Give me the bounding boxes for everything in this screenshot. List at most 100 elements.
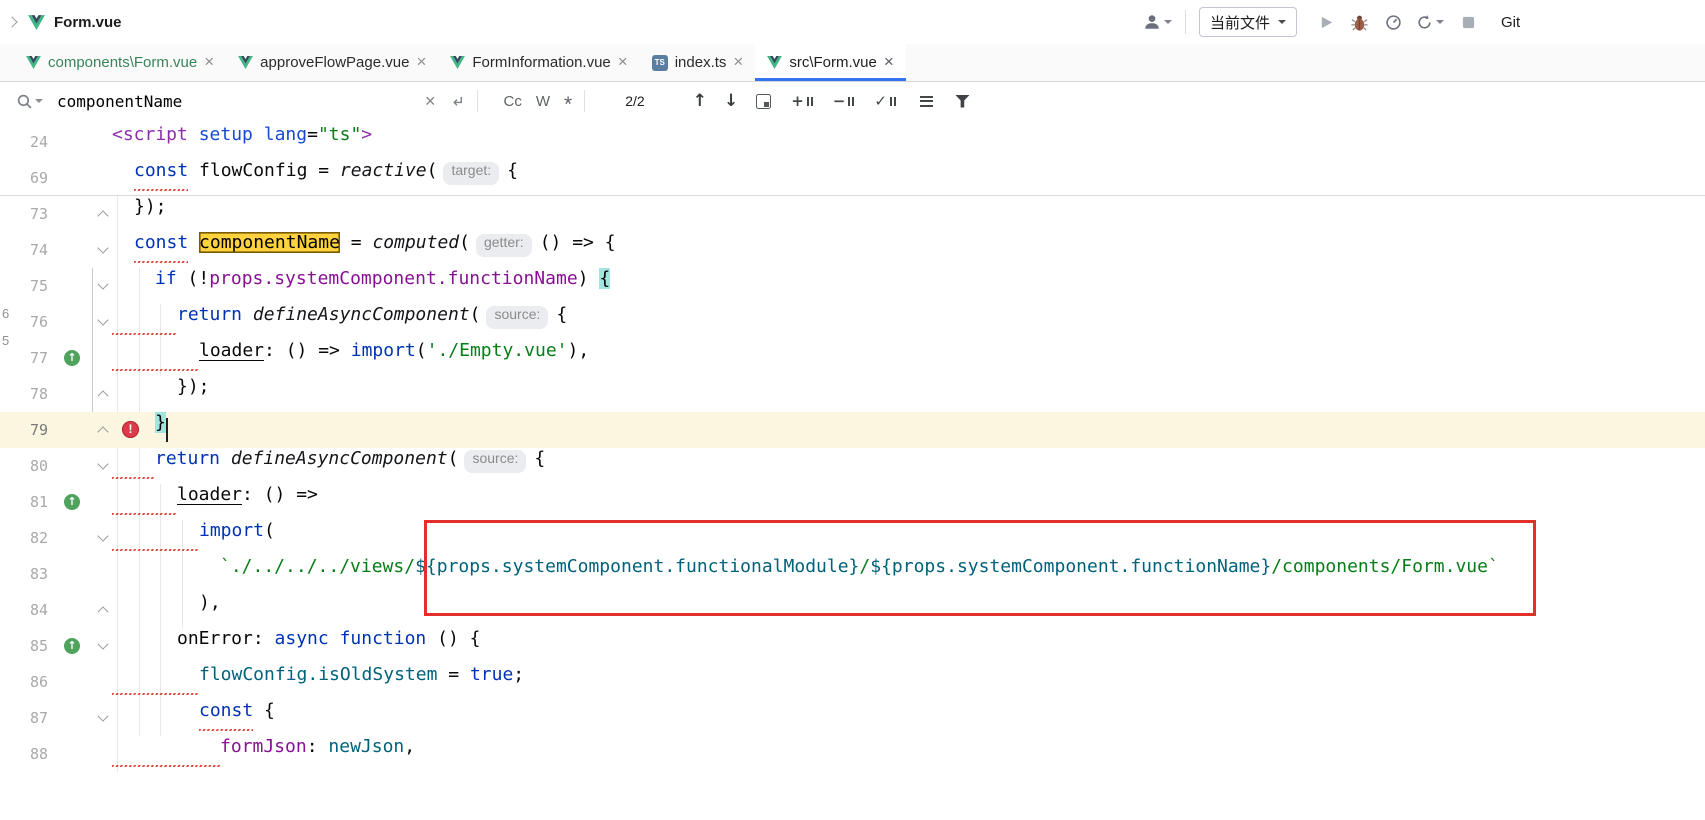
code-token: ), bbox=[199, 592, 221, 613]
parameter-hint: getter: bbox=[476, 234, 532, 257]
stop-button[interactable] bbox=[1462, 16, 1475, 29]
code-line-73[interactable]: 73}); bbox=[0, 196, 1705, 232]
select-all-occurrences-button[interactable] bbox=[874, 92, 896, 110]
line-number: 87 bbox=[0, 700, 48, 736]
window-title: Form.vue bbox=[54, 14, 122, 31]
code-text: } bbox=[112, 412, 166, 448]
fold-marker-icon[interactable] bbox=[97, 314, 108, 325]
close-tab-icon[interactable] bbox=[884, 54, 894, 71]
tab-label: index.ts bbox=[675, 54, 727, 71]
rerun-with-coverage-button[interactable] bbox=[1416, 14, 1444, 31]
tab-index.ts[interactable]: index.ts bbox=[640, 44, 756, 81]
close-tab-icon[interactable] bbox=[733, 54, 743, 71]
line-number: 86 bbox=[0, 664, 48, 700]
user-account-button[interactable] bbox=[1143, 13, 1172, 31]
profiler-button[interactable] bbox=[1385, 14, 1402, 31]
git-widget[interactable]: Git bbox=[1501, 14, 1520, 31]
regex-toggle[interactable]: * bbox=[564, 100, 572, 110]
gutter-run-marker-icon[interactable] bbox=[64, 494, 80, 510]
code-token: ( bbox=[459, 232, 470, 253]
tab-src-form.vue[interactable]: src\Form.vue bbox=[755, 44, 905, 81]
code-token: ; bbox=[513, 664, 524, 685]
tab-components-form.vue[interactable]: components\Form.vue bbox=[14, 44, 226, 81]
parameter-hint: target: bbox=[443, 162, 499, 185]
words-toggle[interactable]: W bbox=[536, 93, 550, 110]
filter-icon[interactable] bbox=[955, 95, 970, 108]
code-line-76[interactable]: 76return defineAsyncComponent(source:{ bbox=[0, 304, 1705, 340]
code-line-88[interactable]: 88formJson: newJson, bbox=[0, 736, 1705, 772]
code-line-74[interactable]: 74const componentName = computed(getter:… bbox=[0, 232, 1705, 268]
code-token: = bbox=[340, 232, 373, 253]
code-line-85[interactable]: 85onError: async function () { bbox=[0, 628, 1705, 664]
code-token: reactive bbox=[340, 160, 427, 181]
code-line-77[interactable]: 77loader: () => import('./Empty.vue'), bbox=[0, 340, 1705, 376]
code-line-69[interactable]: 69const flowConfig = reactive(target:{ bbox=[0, 160, 1705, 196]
error-squiggle bbox=[112, 369, 199, 372]
close-tab-icon[interactable] bbox=[416, 54, 426, 71]
fold-marker-icon[interactable] bbox=[97, 530, 108, 541]
line-number: 74 bbox=[0, 232, 48, 268]
code-token: lang bbox=[264, 124, 307, 145]
code-token: ), bbox=[568, 340, 590, 361]
fold-marker-icon[interactable] bbox=[97, 210, 108, 221]
search-results-list-icon[interactable] bbox=[920, 96, 933, 107]
close-tab-icon[interactable] bbox=[618, 54, 628, 71]
code-line-75[interactable]: 75if (!props.systemComponent.functionNam… bbox=[0, 268, 1705, 304]
remove-occurrence-button[interactable] bbox=[833, 92, 855, 110]
next-occurrence-button[interactable] bbox=[724, 91, 738, 111]
gutter-run-marker-icon[interactable] bbox=[64, 350, 80, 366]
tab-approveflowpage.vue[interactable]: approveFlowPage.vue bbox=[226, 44, 438, 81]
error-squiggle bbox=[112, 333, 177, 336]
code-line-24[interactable]: 24<script setup lang="ts"> bbox=[0, 124, 1705, 160]
edge-artifact-text: 6 bbox=[2, 306, 9, 321]
run-button[interactable] bbox=[1319, 15, 1334, 30]
vue-file-icon bbox=[767, 56, 782, 69]
code-line-81[interactable]: 81loader: () => bbox=[0, 484, 1705, 520]
code-line-79[interactable]: 79} bbox=[0, 412, 1705, 448]
clear-search-icon[interactable] bbox=[425, 91, 436, 112]
fold-marker-icon[interactable] bbox=[97, 638, 108, 649]
profiler-gauge-icon bbox=[1385, 14, 1402, 31]
add-occurrence-button[interactable] bbox=[791, 92, 813, 110]
gutter-run-marker-icon[interactable] bbox=[64, 638, 80, 654]
code-token bbox=[188, 160, 199, 181]
code-token: { bbox=[507, 160, 518, 181]
prev-occurrence-button[interactable] bbox=[693, 91, 707, 111]
match-case-toggle[interactable]: Cc bbox=[504, 93, 522, 110]
code-line-87[interactable]: 87const { bbox=[0, 700, 1705, 736]
line-number: 84 bbox=[0, 592, 48, 628]
fold-marker-icon[interactable] bbox=[97, 390, 108, 401]
code-token: `./../../../views/ bbox=[220, 556, 415, 577]
code-token: defineAsyncComponent bbox=[253, 304, 470, 325]
fold-marker-icon[interactable] bbox=[97, 242, 108, 253]
toolbar-divider bbox=[1185, 10, 1186, 34]
fold-marker-icon[interactable] bbox=[97, 426, 108, 437]
search-icon[interactable] bbox=[16, 93, 43, 110]
code-token: = bbox=[307, 160, 340, 181]
editor[interactable]: 24<script setup lang="ts">69const flowCo… bbox=[0, 120, 1705, 820]
close-tab-icon[interactable] bbox=[204, 54, 214, 71]
debug-button[interactable] bbox=[1350, 13, 1369, 32]
code-line-86[interactable]: 86flowConfig.isOldSystem = true; bbox=[0, 664, 1705, 700]
code-token: props.systemComponent.functionName bbox=[209, 268, 577, 289]
search-input[interactable]: componentName bbox=[57, 92, 425, 111]
vue-file-icon bbox=[238, 56, 253, 69]
fold-marker-icon[interactable] bbox=[97, 710, 108, 721]
code-token: = bbox=[437, 664, 470, 685]
open-in-find-window-icon[interactable] bbox=[756, 94, 771, 109]
code-token bbox=[188, 232, 199, 253]
code-line-80[interactable]: 80return defineAsyncComponent(source:{ bbox=[0, 448, 1705, 484]
fold-marker-icon[interactable] bbox=[97, 278, 108, 289]
code-token: return bbox=[177, 304, 242, 325]
code-token: const bbox=[134, 232, 188, 253]
code-line-78[interactable]: 78}); bbox=[0, 376, 1705, 412]
line-number: 88 bbox=[0, 736, 48, 772]
tab-forminformation.vue[interactable]: FormInformation.vue bbox=[438, 44, 639, 81]
fold-marker-icon[interactable] bbox=[97, 458, 108, 469]
line-number: 69 bbox=[0, 160, 48, 196]
fold-marker-icon[interactable] bbox=[97, 606, 108, 617]
bug-icon bbox=[1350, 13, 1369, 32]
newline-icon[interactable] bbox=[450, 94, 465, 109]
run-configuration-select[interactable]: 当前文件 bbox=[1199, 7, 1297, 37]
vue-logo-icon bbox=[28, 15, 45, 30]
